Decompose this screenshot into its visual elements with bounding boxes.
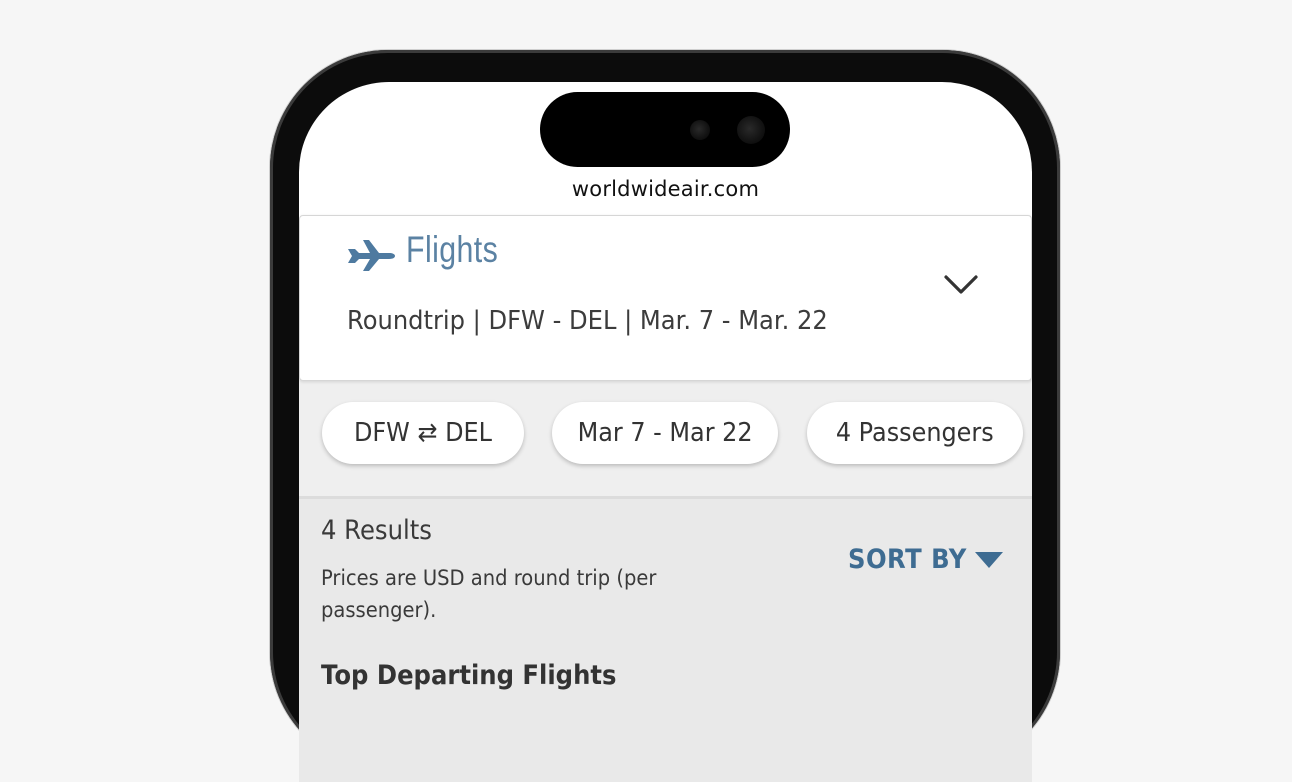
airplane-icon [348,240,395,271]
sensor-icon [690,120,710,140]
phone-screen: worldwideair.com Flights Roundtrip | DFW… [299,82,1032,782]
dates-chip-label: Mar 7 - Mar 22 [577,418,753,448]
address-bar-url[interactable]: worldwideair.com [299,177,1032,201]
camera-icon [737,116,765,144]
dates-chip[interactable]: Mar 7 - Mar 22 [552,402,778,464]
sort-by-button[interactable]: SORT BY [848,544,1004,575]
trip-summary: Roundtrip | DFW - DEL | Mar. 7 - Mar. 22 [347,306,828,336]
price-note: Prices are USD and round trip (per passe… [321,566,657,622]
dynamic-island [540,92,790,167]
sort-by-label: SORT BY [848,544,967,575]
results-panel: DFW ⇄ DEL Mar 7 - Mar 22 4 Passengers 4 … [299,378,1032,782]
filter-chip-row: DFW ⇄ DEL Mar 7 - Mar 22 4 Passengers [299,378,1032,499]
passengers-chip-label: 4 Passengers [836,418,994,448]
results-count: 4 Results [321,515,432,546]
passengers-chip[interactable]: 4 Passengers [807,402,1023,464]
section-heading: Top Departing Flights [321,660,617,691]
page-title: Flights [406,229,499,270]
route-chip[interactable]: DFW ⇄ DEL [322,402,524,464]
caret-down-icon [974,551,1003,568]
chevron-down-icon[interactable] [943,273,979,297]
route-chip-label: DFW ⇄ DEL [354,418,492,448]
flight-search-header: Flights Roundtrip | DFW - DEL | Mar. 7 -… [299,215,1032,381]
